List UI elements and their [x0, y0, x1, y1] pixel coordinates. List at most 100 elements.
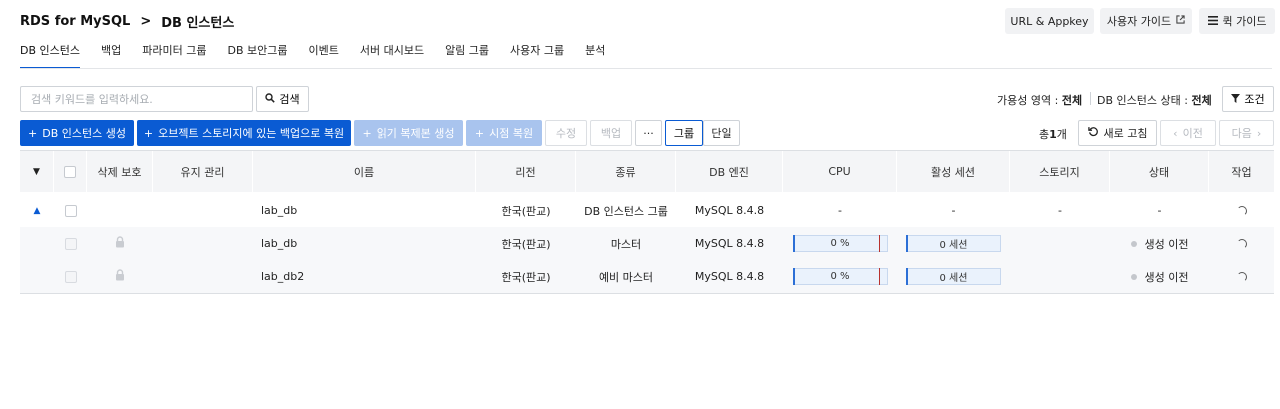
- plus-icon: +: [143, 126, 154, 140]
- sessions-bar: 0 세션: [906, 268, 1001, 285]
- caret-up-icon: ▲: [33, 205, 41, 216]
- header-type: 종류: [576, 151, 676, 192]
- chevron-left-icon: ‹: [1173, 126, 1178, 140]
- view-group-button[interactable]: 그룹: [665, 120, 703, 146]
- instance-status-filter[interactable]: DB 인스턴스 상태 : 전체: [1097, 92, 1212, 108]
- row-cpu: 0 %: [783, 227, 897, 260]
- more-button[interactable]: ···: [635, 120, 662, 146]
- view-single-button[interactable]: 단일: [703, 120, 740, 146]
- tab-user-group[interactable]: 사용자 그룹: [510, 42, 564, 69]
- bar-fill: [792, 235, 795, 252]
- restore-from-object-storage-button[interactable]: + 오브젝트 스토리지에 있는 백업으로 복원: [137, 120, 351, 146]
- row-storage: [1010, 260, 1110, 293]
- quick-guide-button[interactable]: 퀵 가이드: [1199, 8, 1275, 34]
- tab-event[interactable]: 이벤트: [308, 42, 338, 69]
- url-appkey-label: URL & Appkey: [1010, 14, 1089, 28]
- row-name: lab_db: [261, 204, 298, 217]
- availability-zone-label: 가용성 영역: [997, 94, 1052, 107]
- user-guide-button[interactable]: 사용자 가이드: [1100, 8, 1192, 34]
- loading-spinner-icon: [1236, 238, 1247, 249]
- bar-limit-marker: [878, 268, 880, 285]
- row-checkbox-cell: [54, 227, 87, 260]
- expand-all-toggle[interactable]: ▼: [20, 151, 54, 192]
- header-active-sessions: 활성 세션: [897, 151, 1010, 192]
- tab-server-dashboard[interactable]: 서버 대시보드: [360, 42, 424, 69]
- row-type: 마스터: [610, 237, 642, 251]
- plus-icon: +: [28, 126, 38, 140]
- lock-icon: [115, 236, 125, 251]
- create-instance-label: DB 인스턴스 생성: [42, 127, 126, 140]
- table-row[interactable]: lab_db2 한국(판교) 예비 마스터 MySQL 8.4.8 0 % 0 …: [20, 260, 1274, 293]
- point-in-time-restore-button[interactable]: + 시점 복원: [466, 120, 542, 146]
- tab-notification-group[interactable]: 알림 그룹: [445, 42, 489, 69]
- total-suffix: 개: [1056, 128, 1067, 141]
- row-region: 한국(판교): [501, 237, 551, 251]
- condition-button[interactable]: 조건: [1222, 86, 1274, 112]
- row-task: [1209, 194, 1274, 227]
- restore-from-object-storage-label: 오브젝트 스토리지에 있는 백업으로 복원: [158, 127, 345, 140]
- search-button[interactable]: 검색: [256, 86, 309, 112]
- create-instance-button[interactable]: + DB 인스턴스 생성: [20, 120, 134, 146]
- header-name: 이름: [253, 151, 476, 192]
- refresh-button[interactable]: 새로 고침: [1078, 120, 1157, 146]
- url-appkey-button[interactable]: URL & Appkey: [1005, 8, 1094, 34]
- breadcrumb-separator: >: [140, 14, 152, 29]
- collapse-toggle[interactable]: ▲: [20, 194, 54, 227]
- tab-backup[interactable]: 백업: [101, 42, 121, 69]
- header-cpu: CPU: [783, 151, 897, 192]
- tab-db-instance[interactable]: DB 인스턴스: [20, 42, 80, 69]
- breadcrumb-service[interactable]: RDS for MySQL: [20, 14, 130, 29]
- row-status: -: [1157, 204, 1162, 217]
- table-row[interactable]: lab_db 한국(판교) 마스터 MySQL 8.4.8 0 % 0 세션 생…: [20, 227, 1274, 260]
- cpu-value: 0 %: [830, 271, 850, 282]
- row-engine: MySQL 8.4.8: [694, 204, 765, 217]
- availability-zone-filter[interactable]: 가용성 영역 : 전체: [997, 92, 1082, 108]
- cpu-value: 0 %: [830, 238, 850, 249]
- table-row[interactable]: ▲ lab_db 한국(판교) DB 인스턴스 그룹 MySQL 8.4.8 -…: [20, 194, 1274, 227]
- filter-divider: [1090, 92, 1091, 105]
- total-prefix: 총: [1039, 128, 1050, 141]
- row-cpu: 0 %: [783, 260, 897, 293]
- condition-button-label: 조건: [1244, 93, 1265, 106]
- search-icon: [265, 92, 276, 106]
- header-storage: 스토리지: [1010, 151, 1110, 192]
- modify-button[interactable]: 수정: [545, 120, 587, 146]
- instance-status-value: 전체: [1191, 94, 1212, 107]
- tab-db-security-group[interactable]: DB 보안그룹: [227, 42, 287, 69]
- create-read-replica-button[interactable]: + 읽기 복제본 생성: [354, 120, 463, 146]
- lock-icon: [115, 269, 125, 284]
- row-checkbox[interactable]: [64, 204, 77, 217]
- search-input[interactable]: [20, 86, 253, 112]
- tab-analysis[interactable]: 분석: [585, 42, 605, 69]
- row-checkbox[interactable]: [64, 270, 77, 283]
- prev-page-button[interactable]: ‹ 이전: [1160, 120, 1216, 146]
- row-cpu: -: [838, 204, 842, 217]
- header-region: 리전: [476, 151, 576, 192]
- next-page-button[interactable]: 다음 ›: [1219, 120, 1274, 146]
- menu-icon: [1207, 15, 1218, 28]
- row-status: 생성 이전: [1110, 227, 1209, 260]
- filter-colon: :: [1184, 94, 1188, 107]
- row-type: 예비 마스터: [598, 270, 654, 284]
- header-maintenance: 유지 관리: [153, 151, 253, 192]
- page-title: DB 인스턴스: [161, 16, 235, 31]
- create-read-replica-label: 읽기 복제본 생성: [376, 127, 455, 140]
- row-sessions: -: [951, 204, 956, 217]
- sessions-value: 0 세션: [939, 273, 968, 284]
- quick-guide-label: 퀵 가이드: [1222, 15, 1267, 28]
- header-task: 작업: [1231, 165, 1252, 179]
- filter-colon: :: [1054, 94, 1059, 107]
- external-link-icon: [1176, 15, 1185, 27]
- select-all-checkbox[interactable]: [64, 165, 76, 178]
- tab-parameter-group[interactable]: 파라미터 그룹: [142, 42, 206, 69]
- plus-icon: +: [474, 126, 485, 140]
- row-delete-protection: [87, 227, 153, 260]
- row-checkbox-cell: [54, 194, 87, 227]
- row-checkbox[interactable]: [64, 237, 77, 250]
- row-task: [1209, 227, 1274, 260]
- table-header: ▼ 삭제 보호 유지 관리 이름 리전 종류 DB 엔진 CPU 활성 세션 스…: [20, 151, 1274, 192]
- breadcrumb: RDS for MySQL > DB 인스턴스: [20, 12, 234, 31]
- bar-fill: [906, 235, 908, 252]
- prev-page-label: 이전: [1182, 127, 1203, 140]
- backup-button[interactable]: 백업: [590, 120, 632, 146]
